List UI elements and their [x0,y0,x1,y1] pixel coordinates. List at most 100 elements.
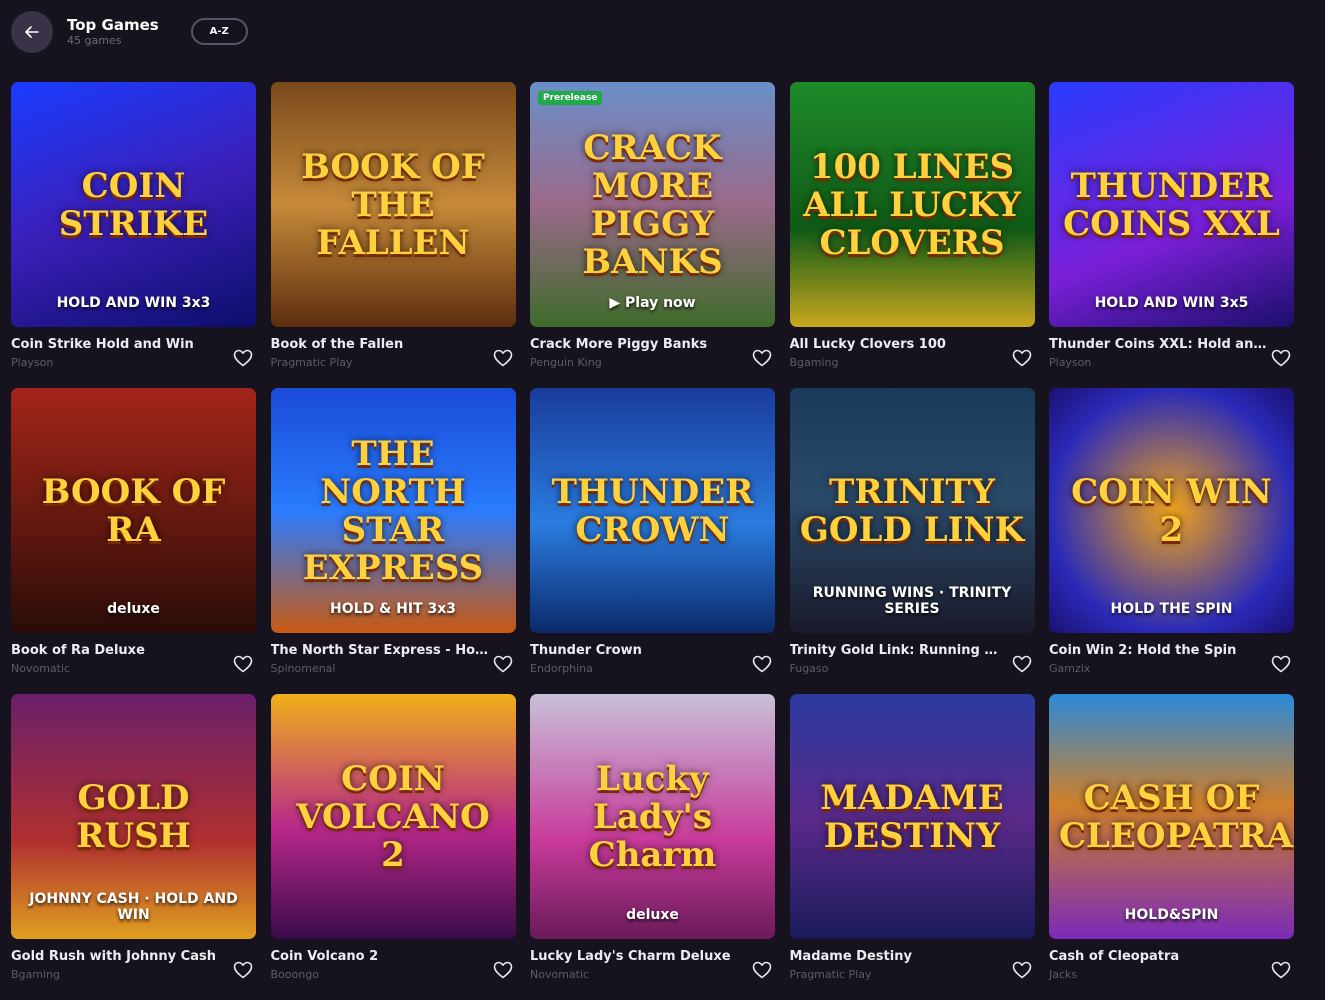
game-thumbnail[interactable]: THE NORTH STAR EXPRESS HOLD & HIT 3x3 [270,388,516,633]
heart-icon [1012,655,1031,673]
game-card[interactable]: CRACK MORE PIGGY BANKS ▶ Play now Prerelea… [530,82,775,388]
game-thumbnail[interactable]: COIN STRIKE HOLD AND WIN 3x3 [11,82,256,327]
game-thumbnail[interactable]: GOLD RUSH JOHNNY CASH · HOLD AND WIN [11,694,256,939]
game-name[interactable]: Coin Volcano 2 [271,948,489,966]
game-provider: Spinomenal [270,662,336,675]
game-thumbnail[interactable]: THUNDER COINS XXL HOLD AND WIN 3x5 [1049,82,1294,327]
game-name[interactable]: Book of the Fallen [271,336,489,354]
heart-icon [493,349,512,367]
game-art-subtitle: HOLD AND WIN 3x5 [1094,295,1249,311]
game-thumbnail[interactable]: TRINITY GOLD LINK RUNNING WINS · TRINITY … [789,388,1035,633]
game-card[interactable]: CASH OF CLEOPATRA HOLD&SPIN Cash of Cleopa… [1049,694,1294,1000]
favorite-button[interactable] [232,653,254,675]
game-thumbnail[interactable]: CASH OF CLEOPATRA HOLD&SPIN [1049,694,1294,939]
favorite-button[interactable] [492,959,514,981]
game-provider: Bgaming [11,968,60,981]
game-art-title: 100 LINES ALL LUCKY CLOVERS [803,146,1021,263]
favorite-button[interactable] [1270,653,1292,675]
game-thumbnail[interactable]: BOOK OF RA deluxe [11,388,256,633]
game-name[interactable]: Coin Strike Hold and Win [11,336,229,354]
game-card[interactable]: COIN STRIKE HOLD AND WIN 3x3 Coin Strike H… [11,82,256,388]
game-card[interactable]: 100 LINES ALL LUCKY CLOVERS All Lucky Clo… [789,82,1035,388]
favorite-button[interactable] [751,959,773,981]
favorite-button[interactable] [492,653,514,675]
game-art-title: GOLD RUSH [76,777,191,856]
game-art-title: BOOK OF RA [41,471,226,550]
game-card[interactable]: THE NORTH STAR EXPRESS HOLD & HIT 3x3 The … [270,388,516,694]
game-name[interactable]: Coin Win 2: Hold the Spin [1049,642,1267,660]
game-thumbnail[interactable]: Lucky Lady's Charm deluxe [530,694,775,939]
favorite-button[interactable] [1011,347,1033,369]
favorite-button[interactable] [492,347,514,369]
game-thumbnail[interactable]: BOOK OF THE FALLEN [270,82,516,327]
game-art-subtitle: deluxe [107,601,160,617]
game-info: Crack More Piggy Banks Penguin King [530,327,775,388]
game-art-subtitle: HOLD THE SPIN [1110,601,1233,617]
game-art-title: COIN VOLCANO 2 [296,758,490,875]
game-card[interactable]: GOLD RUSH JOHNNY CASH · HOLD AND WIN Gold … [11,694,256,1000]
game-info: Book of the Fallen Pragmatic Play [271,327,516,388]
game-info: The North Star Express - Hold & Hit Spino… [271,633,516,694]
favorite-button[interactable] [1270,959,1292,981]
game-provider: Booongo [270,968,319,981]
arrow-left-icon [25,25,39,38]
game-card[interactable]: BOOK OF THE FALLEN Book of the Fallen Prag… [270,82,516,388]
favorite-button[interactable] [232,959,254,981]
heart-icon [1271,961,1291,979]
game-info: Gold Rush with Johnny Cash Bgaming [11,939,256,1000]
heart-icon [1012,349,1031,367]
game-info: Trinity Gold Link: Running Wins Fugaso [790,633,1035,694]
favorite-button[interactable] [751,653,773,675]
game-card[interactable]: TRINITY GOLD LINK RUNNING WINS · TRINITY … [789,388,1035,694]
game-art-title: THUNDER CROWN [551,471,754,550]
game-thumbnail[interactable]: THUNDER CROWN [530,388,775,633]
heart-icon [233,349,253,367]
game-thumbnail[interactable]: CRACK MORE PIGGY BANKS ▶ Play now Prerelea… [530,82,775,327]
game-provider: Fugaso [789,662,829,675]
game-card[interactable]: COIN WIN 2 HOLD THE SPIN Coin Win 2: Hold … [1049,388,1294,694]
game-provider: Playson [1049,356,1092,369]
game-card[interactable]: MADAME DESTINY Madame Destiny Pragmatic Pl… [789,694,1035,1000]
game-name[interactable]: Thunder Crown [530,642,748,660]
game-name[interactable]: The North Star Express - Hold & Hit [271,642,489,660]
game-name[interactable]: Crack More Piggy Banks [530,336,748,354]
game-name[interactable]: All Lucky Clovers 100 [790,336,1008,354]
game-card[interactable]: Lucky Lady's Charm deluxe Lucky Lady's Cha… [530,694,775,1000]
game-card[interactable]: BOOK OF RA deluxe Book of Ra Deluxe Novomat… [11,388,256,694]
game-name[interactable]: Cash of Cleopatra [1049,948,1267,966]
sort-az-button[interactable]: A-Z [190,18,248,45]
game-thumbnail[interactable]: MADAME DESTINY [789,694,1035,939]
game-name[interactable]: Madame Destiny [790,948,1008,966]
game-info: Lucky Lady's Charm Deluxe Novomatic [530,939,775,1000]
back-button[interactable] [11,10,53,53]
favorite-button[interactable] [1011,959,1033,981]
game-card[interactable]: THUNDER COINS XXL HOLD AND WIN 3x5 Thunder… [1049,82,1294,388]
game-thumbnail[interactable]: 100 LINES ALL LUCKY CLOVERS [789,82,1035,327]
game-provider: Endorphina [530,662,593,675]
game-info: Book of Ra Deluxe Novomatic [11,633,256,694]
game-card[interactable]: THUNDER CROWN Thunder Crown Endorphina [530,388,775,694]
favorite-button[interactable] [751,347,773,369]
game-provider: Gamzix [1049,662,1091,675]
game-provider: Penguin King [530,356,602,369]
game-thumbnail[interactable]: COIN WIN 2 HOLD THE SPIN [1049,388,1294,633]
game-name[interactable]: Gold Rush with Johnny Cash [11,948,229,966]
favorite-button[interactable] [1011,653,1033,675]
game-provider: Pragmatic Play [270,356,353,369]
game-name[interactable]: Thunder Coins XXL: Hold and Win [1049,336,1267,354]
heart-icon [493,655,512,673]
game-name[interactable]: Book of Ra Deluxe [11,642,229,660]
game-name[interactable]: Trinity Gold Link: Running Wins [790,642,1008,660]
favorite-button[interactable] [1270,347,1292,369]
favorite-button[interactable] [232,347,254,369]
game-art-title: COIN STRIKE [58,165,209,244]
game-art-title: MADAME DESTINY [820,777,1004,856]
prerelease-badge: Prerelease [538,91,603,105]
game-info: Coin Win 2: Hold the Spin Gamzix [1049,633,1294,694]
game-card[interactable]: COIN VOLCANO 2 Coin Volcano 2 Booongo [270,694,516,1000]
game-name[interactable]: Lucky Lady's Charm Deluxe [530,948,748,966]
game-thumbnail[interactable]: COIN VOLCANO 2 [270,694,516,939]
game-art-subtitle: HOLD&SPIN [1124,907,1219,923]
heart-icon [493,961,512,979]
game-art-title: CRACK MORE PIGGY BANKS [582,127,723,282]
